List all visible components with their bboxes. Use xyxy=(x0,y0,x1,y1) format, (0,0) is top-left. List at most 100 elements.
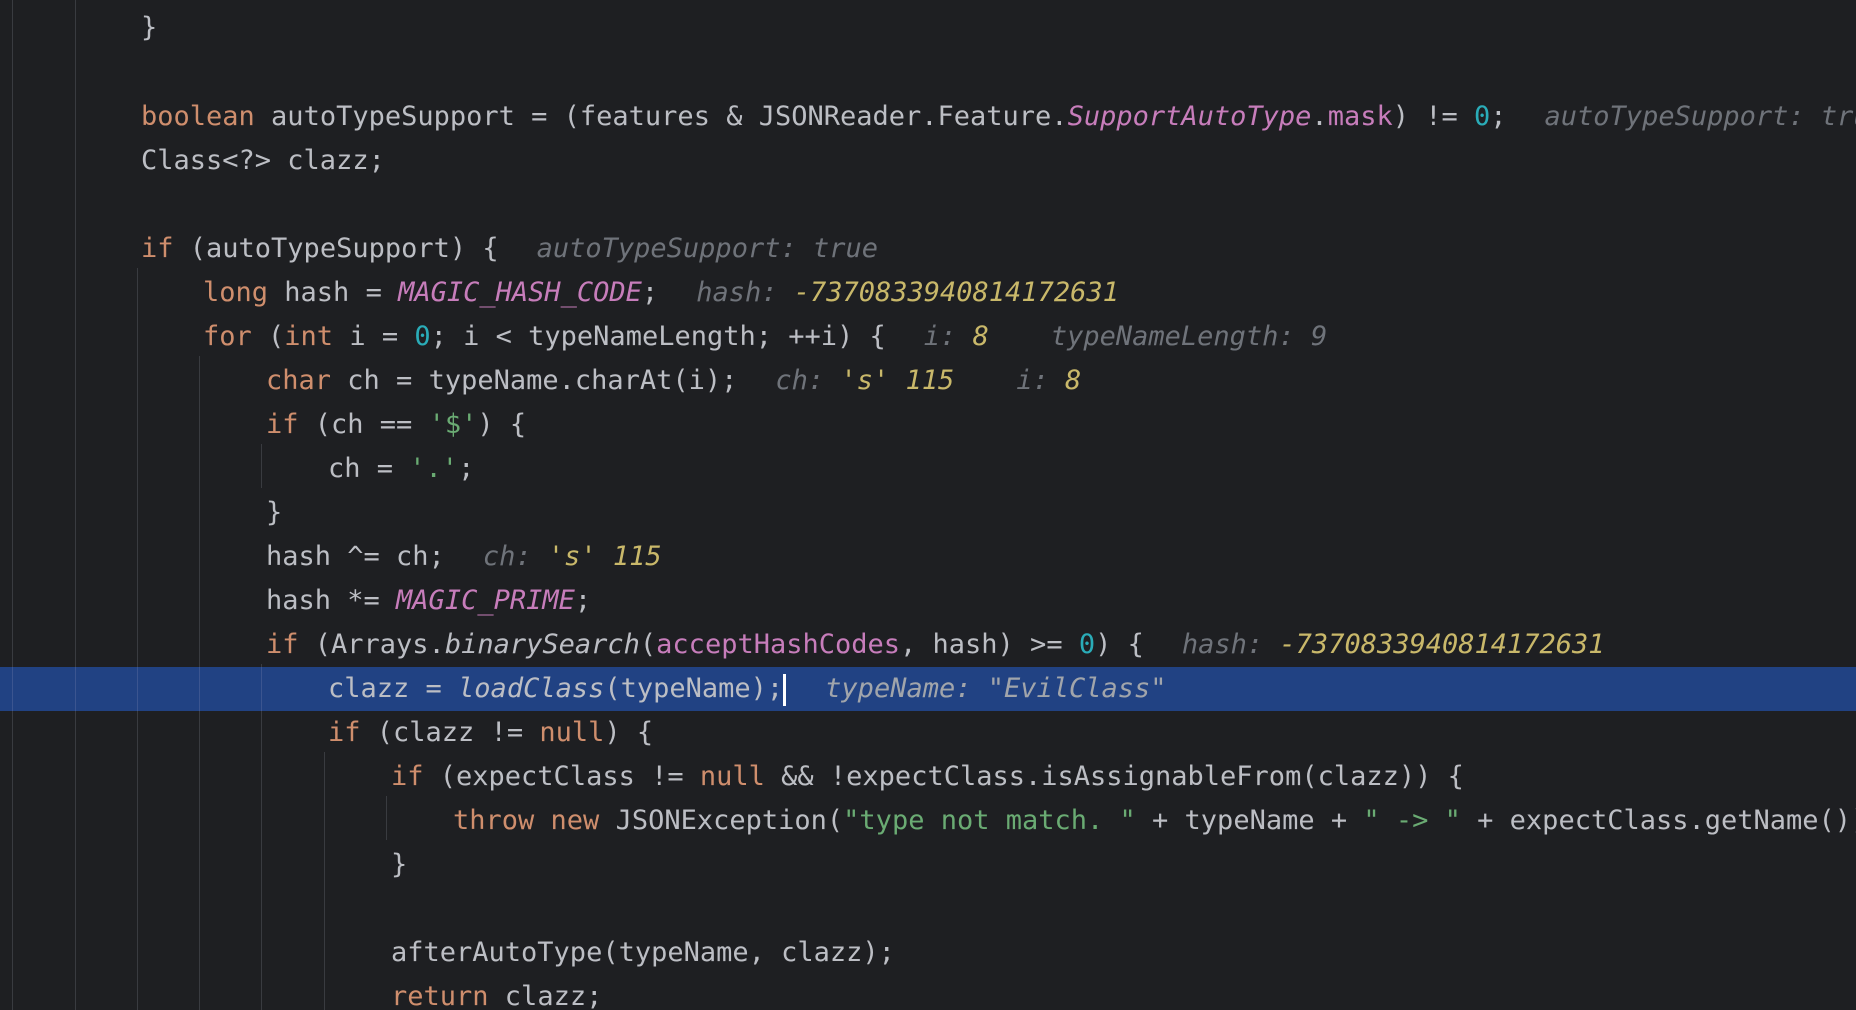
inline-hint-name: hash: xyxy=(696,277,778,308)
inline-hint-name: i: xyxy=(923,321,957,352)
inline-hint-name: autoTypeSupport: xyxy=(536,233,797,264)
code-line[interactable]: return clazz; xyxy=(0,975,1856,1010)
code-text: Class<?> clazz; xyxy=(141,145,385,176)
indent-guide xyxy=(75,667,76,711)
code-text: ; xyxy=(458,453,475,484)
code-text: i = xyxy=(333,321,415,352)
code-line[interactable]: afterAutoType(typeName, clazz); xyxy=(0,931,1856,975)
code-text: JSONException( xyxy=(599,805,844,836)
code-line[interactable]: char ch = typeName.charAt(i); ch: 's' 115… xyxy=(0,359,1856,403)
static-method: binarySearch xyxy=(444,629,640,660)
code-line[interactable]: if (expectClass != null && !expectClass.… xyxy=(0,755,1856,799)
code-text: ch = typeName.charAt(i); xyxy=(331,365,738,396)
code-line[interactable]: hash ^= ch; ch: 's' 115 xyxy=(0,535,1856,579)
code-text: (clazz != xyxy=(360,717,540,748)
inline-hint-name: ch: xyxy=(775,365,825,396)
code-text: ) != xyxy=(1392,101,1474,132)
indent-guide xyxy=(199,667,200,711)
keyword: if xyxy=(266,409,299,440)
code-line[interactable]: throw new JSONException("type not match.… xyxy=(0,799,1856,843)
code-line[interactable]: for (int i = 0; i < typeNameLength; ++i)… xyxy=(0,315,1856,359)
code-line[interactable]: long hash = MAGIC_HASH_CODE; hash: -73708… xyxy=(0,271,1856,315)
inline-hint-value: true xyxy=(812,233,879,264)
char-literal: '$' xyxy=(428,409,478,440)
code-line[interactable]: hash *= MAGIC_PRIME; xyxy=(0,579,1856,623)
keyword: null xyxy=(539,717,605,748)
keyword: boolean xyxy=(141,101,255,132)
code-text: ; xyxy=(641,277,659,308)
char-literal: '.' xyxy=(409,453,459,484)
inline-hint-name: typeNameLength: xyxy=(1050,321,1295,352)
string-literal: "type not match. " xyxy=(843,805,1136,836)
code-text: ) { xyxy=(604,717,654,748)
code-line[interactable]: boolean autoTypeSupport = (features & JS… xyxy=(0,95,1856,139)
inline-hint-value: -7370833940814172631 xyxy=(793,277,1119,308)
number-literal: 0 xyxy=(414,321,431,352)
code-text: clazz; xyxy=(488,981,603,1010)
code-text: ; xyxy=(574,585,592,616)
inline-hint-value: 8 xyxy=(972,321,989,352)
keyword: throw xyxy=(453,805,535,836)
field-name: acceptHashCodes xyxy=(656,629,901,660)
inline-hint-value: 8 xyxy=(1065,365,1082,396)
code-line[interactable]: if (ch == '$') { xyxy=(0,403,1856,447)
inline-hint-name: typeName: xyxy=(825,673,972,704)
inline-hint-value: true xyxy=(1820,101,1856,132)
number-literal: 0 xyxy=(1078,629,1096,660)
code-text: (expectClass != xyxy=(423,761,700,792)
code-text: (Arrays. xyxy=(298,629,445,660)
code-text: hash ^= ch; xyxy=(266,541,445,572)
closing-brace: } xyxy=(141,12,158,43)
inline-hint-name: hash: xyxy=(1181,629,1264,660)
field-name: mask xyxy=(1327,101,1393,132)
code-text: (autoTypeSupport) { xyxy=(173,233,499,264)
inline-hint-value: "EvilClass" xyxy=(987,673,1167,704)
number-literal: 0 xyxy=(1474,101,1491,132)
code-line[interactable]: } xyxy=(0,843,1856,887)
code-text: , hash) >= xyxy=(900,629,1079,660)
code-line[interactable]: if (autoTypeSupport) {autoTypeSupport: t… xyxy=(0,227,1856,271)
static-constant: MAGIC_HASH_CODE xyxy=(398,277,642,308)
code-text: ) { xyxy=(1095,629,1144,660)
current-execution-line[interactable]: clazz = loadClass(typeName); typeName: "E… xyxy=(0,667,1856,711)
code-text: hash = xyxy=(268,277,399,308)
code-text: afterAutoType(typeName, clazz); xyxy=(391,937,895,968)
code-line[interactable]: if (clazz != null) { xyxy=(0,711,1856,755)
code-line[interactable]: Class<?> clazz; xyxy=(0,139,1856,183)
code-text: hash *= xyxy=(266,585,397,616)
code-line[interactable]: } xyxy=(0,6,1856,50)
closing-brace: } xyxy=(266,497,283,528)
code-text: ( xyxy=(639,629,657,660)
inline-hint-value: 's' 115 xyxy=(840,365,955,396)
text-caret xyxy=(783,673,787,706)
inline-hint-value: -7370833940814172631 xyxy=(1279,629,1605,660)
code-line[interactable]: if (Arrays.binarySearch(acceptHashCodes,… xyxy=(0,623,1856,667)
code-text: ch = xyxy=(328,453,410,484)
keyword: int xyxy=(284,321,334,352)
code-text: ; xyxy=(1490,101,1507,132)
code-editor[interactable]: } boolean autoTypeSupport = (features & … xyxy=(0,0,1856,1010)
keyword: new xyxy=(550,805,600,836)
code-line[interactable]: } xyxy=(0,491,1856,535)
indent-guide xyxy=(261,667,262,711)
code-text: && !expectClass.isAssignableFrom(clazz))… xyxy=(764,761,1464,792)
keyword: long xyxy=(203,277,269,308)
code-text: (ch == xyxy=(298,409,429,440)
keyword: for xyxy=(203,321,252,352)
code-text: clazz = xyxy=(328,673,459,704)
static-method: loadClass xyxy=(458,673,605,704)
inline-hint-name: i: xyxy=(1016,365,1049,396)
code-text: autoTypeSupport = (features & JSONReader… xyxy=(254,101,1068,132)
inline-hint-name: ch: xyxy=(482,541,532,572)
code-text: + expectClass.getName()); xyxy=(1460,805,1856,836)
closing-brace: } xyxy=(391,849,408,880)
string-literal: " -> " xyxy=(1363,805,1461,836)
indent-guide xyxy=(137,667,138,711)
keyword: char xyxy=(266,365,332,396)
code-text: ; i < typeNameLength; ++i) { xyxy=(430,321,886,352)
code-line[interactable]: ch = '.'; xyxy=(0,447,1856,491)
indent-guide xyxy=(12,667,13,711)
inline-hint-value: 's' 115 xyxy=(547,541,662,572)
code-text: (typeName); xyxy=(604,673,784,704)
